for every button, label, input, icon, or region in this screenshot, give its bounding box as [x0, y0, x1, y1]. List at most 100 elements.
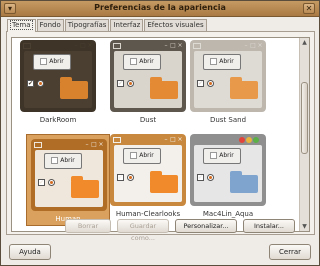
preview-radio: [48, 179, 55, 186]
tab-bar: Tema Fondo Tipografías Interfaz Efectos …: [7, 19, 208, 32]
folder-icon: [230, 77, 258, 99]
document-icon: [210, 152, 218, 159]
theme-list-scrollbar[interactable]: ▲ ▼: [299, 38, 309, 231]
theme-tile[interactable]: Abrir ✔ Mac4Lin_Aqua: [190, 134, 266, 218]
scroll-up-arrow-icon[interactable]: ▲: [300, 38, 309, 47]
theme-tile[interactable]: –□×Abrir✔Human: [26, 134, 110, 226]
theme-preview: Abrir ✔: [190, 134, 266, 206]
preview-titlebar: [193, 136, 263, 145]
folder-body: [150, 81, 178, 99]
title-bar[interactable]: ▾ Preferencias de la apariencia ✕: [1, 1, 319, 17]
theme-name: Mac4Lin_Aqua: [202, 210, 254, 218]
preview-checkbox: ✔: [117, 174, 124, 181]
window-icon: [113, 137, 121, 143]
close-icon: ×: [257, 42, 263, 49]
preview-checkbox: ✔: [27, 80, 34, 87]
window-icon: [34, 142, 42, 148]
minimize-icon: –: [164, 42, 168, 49]
close-window-button[interactable]: ✕: [303, 3, 315, 14]
theme-preview: – □ × Abrir ✔: [110, 134, 186, 206]
preview-radio: [37, 80, 44, 87]
tab-tipografias[interactable]: Tipografías: [64, 19, 110, 31]
maximize-icon: □: [80, 42, 86, 49]
maximize-icon: □: [170, 42, 176, 49]
theme-name: DarkRoom: [39, 116, 77, 124]
folder-icon: [150, 171, 178, 193]
close-icon: ×: [177, 42, 183, 49]
theme-list[interactable]: – □ × Abrir ✔ DarkRoom – □ × Abrir ✔ Dust – □ × Abrir ✔ D…: [11, 37, 310, 232]
preview-open-button: Abrir: [203, 54, 241, 70]
preview-open-label: Abrir: [60, 157, 75, 164]
maximize-icon: □: [91, 141, 97, 148]
install-button[interactable]: Instalar...: [243, 219, 295, 233]
tema-panel: – □ × Abrir ✔ DarkRoom – □ × Abrir ✔ Dust – □ × Abrir ✔ D…: [6, 31, 315, 235]
window-control-icon: [239, 137, 245, 143]
folder-body: [230, 175, 258, 193]
customize-button[interactable]: Personalizar...: [175, 219, 237, 233]
window-icon: [193, 43, 201, 49]
preview-titlebar: – □ ×: [113, 42, 183, 51]
delete-theme-button[interactable]: Borrar: [65, 219, 111, 233]
preview-open-label: Abrir: [219, 152, 234, 159]
minimize-icon: –: [164, 136, 168, 143]
folder-icon: [71, 176, 99, 198]
save-as-button[interactable]: Guardar como...: [117, 219, 169, 242]
preview-open-button: Abrir: [33, 54, 71, 70]
folder-icon: [230, 171, 258, 193]
preview-checkbox: ✔: [38, 179, 45, 186]
theme-preview: – □ × Abrir ✔: [31, 139, 107, 211]
window-control-icon: [253, 137, 259, 143]
document-icon: [40, 58, 48, 65]
preview-open-label: Abrir: [219, 58, 234, 65]
preview-titlebar: – □ ×: [23, 42, 93, 51]
theme-tile[interactable]: – □ × Abrir ✔ Dust: [110, 40, 186, 124]
minimize-icon: –: [74, 42, 78, 49]
preview-titlebar: – □ ×: [34, 141, 104, 150]
scrollbar-thumb[interactable]: [301, 82, 308, 154]
theme-tile[interactable]: – □ × Abrir ✔ Human-Clearlooks: [110, 134, 186, 218]
preview-checkbox: ✔: [197, 80, 204, 87]
theme-tile[interactable]: – □ × Abrir ✔ DarkRoom: [20, 40, 96, 124]
theme-name: Dust: [139, 116, 157, 124]
preview-open-button: Abrir: [44, 153, 82, 169]
theme-preview: – □ × Abrir ✔: [20, 40, 96, 112]
theme-name: Dust Sand: [209, 116, 247, 124]
tab-interfaz[interactable]: Interfaz: [110, 19, 144, 31]
close-button[interactable]: Cerrar: [269, 244, 311, 260]
window-title: Preferencias de la apariencia: [94, 3, 226, 12]
preview-radio: [127, 174, 134, 181]
document-icon: [210, 58, 218, 65]
preview-radio: [207, 80, 214, 87]
preview-titlebar: – □ ×: [113, 136, 183, 145]
scroll-down-arrow-icon[interactable]: ▼: [300, 222, 309, 231]
preview-open-label: Abrir: [49, 58, 64, 65]
help-button[interactable]: Ayuda: [9, 244, 51, 260]
document-icon: [51, 157, 59, 164]
close-icon: ×: [87, 42, 93, 49]
document-icon: [130, 58, 138, 65]
preview-open-button: Abrir: [123, 148, 161, 164]
tab-fondo[interactable]: Fondo: [36, 19, 64, 31]
preview-open-button: Abrir: [203, 148, 241, 164]
maximize-icon: □: [170, 136, 176, 143]
theme-preview: – □ × Abrir ✔: [110, 40, 186, 112]
tab-label: Tema: [10, 20, 33, 30]
tab-efectos-visuales[interactable]: Efectos visuales: [144, 19, 207, 31]
theme-name: Human-Clearlooks: [115, 210, 181, 218]
preview-checkbox: ✔: [117, 80, 124, 87]
window-control-icon: [246, 137, 252, 143]
folder-icon: [150, 77, 178, 99]
appearance-preferences-window: ▾ Preferencias de la apariencia ✕ Tema F…: [0, 0, 320, 266]
folder-body: [150, 175, 178, 193]
preview-open-label: Abrir: [139, 152, 154, 159]
theme-actions: Borrar Guardar como... Personalizar... I…: [65, 219, 295, 242]
preview-titlebar: – □ ×: [193, 42, 263, 51]
preview-open-label: Abrir: [139, 58, 154, 65]
window-icon: [23, 43, 31, 49]
close-icon: ×: [177, 136, 183, 143]
preview-checkbox: ✔: [197, 174, 204, 181]
tab-tema[interactable]: Tema: [7, 19, 36, 32]
theme-tile[interactable]: – □ × Abrir ✔ Dust Sand: [190, 40, 266, 124]
minimize-icon: –: [244, 42, 248, 49]
preview-radio: [207, 174, 214, 181]
